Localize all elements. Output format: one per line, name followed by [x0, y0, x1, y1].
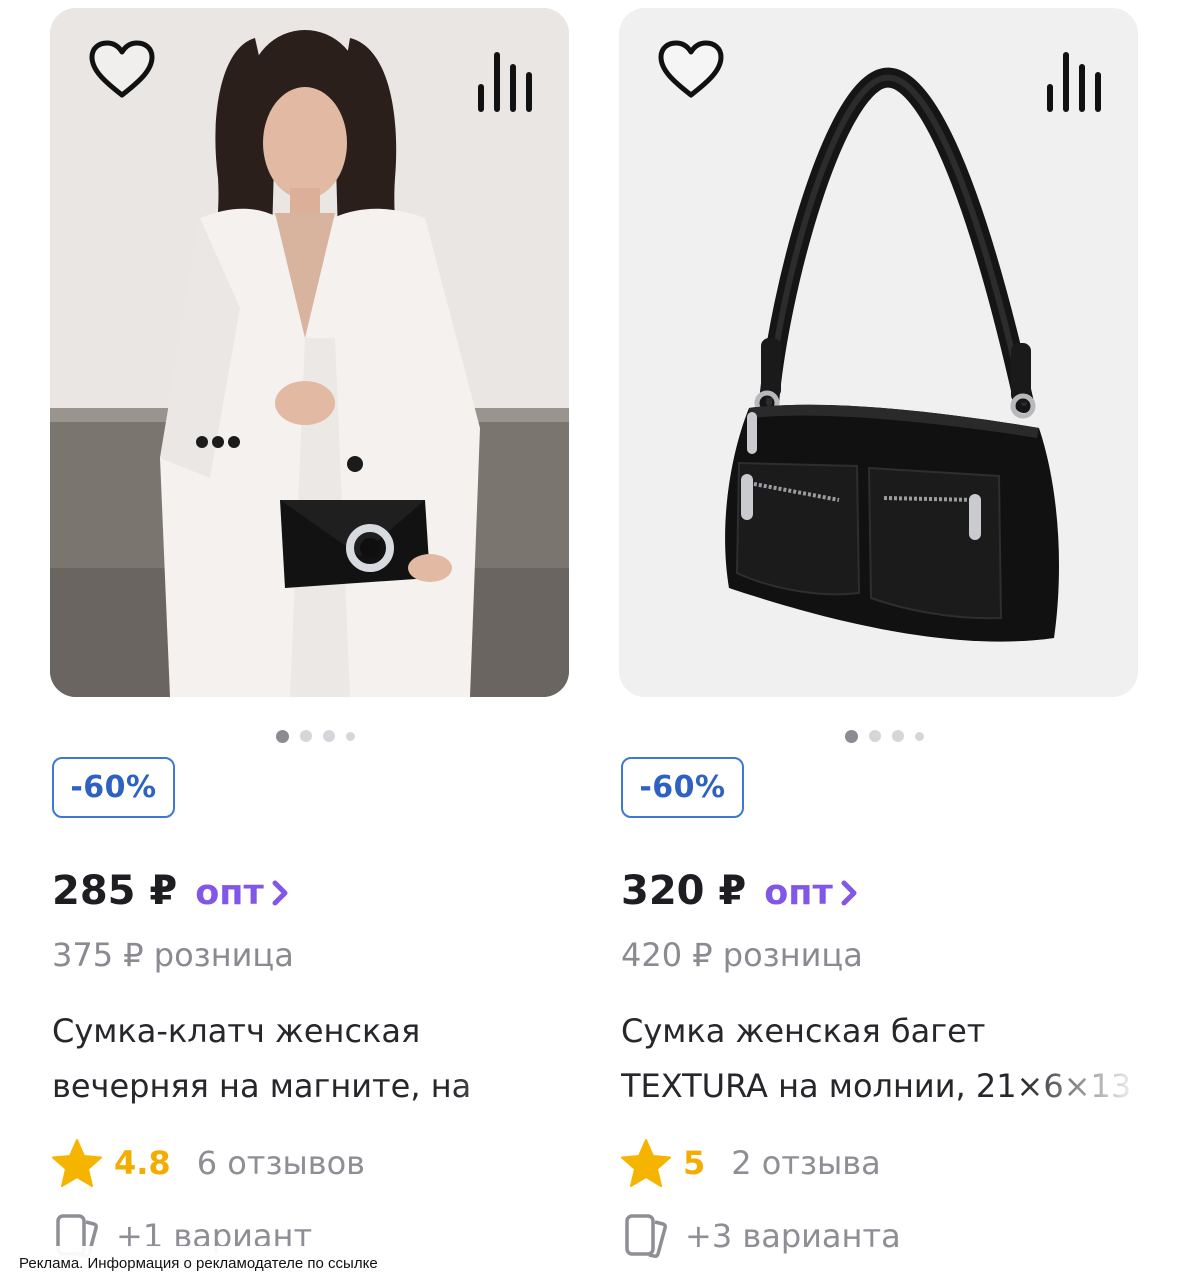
- favorite-button[interactable]: [86, 36, 158, 102]
- pagination-dot[interactable]: [869, 730, 881, 742]
- price-row: 320 ₽ опт: [621, 868, 859, 914]
- product-title[interactable]: Сумка женская багет TEXTURA на молнии, 2…: [621, 1004, 1141, 1119]
- title-fade-overlay: [452, 1064, 572, 1119]
- discount-badge: -60%: [52, 757, 175, 818]
- wholesale-link[interactable]: опт: [764, 873, 859, 913]
- chevron-right-icon: [841, 880, 857, 906]
- wholesale-label: опт: [195, 873, 264, 913]
- retail-price: 420 ₽ розница: [621, 936, 863, 974]
- product-title-text: Сумка-клатч женская вечерняя на магните,…: [52, 1012, 472, 1105]
- favorite-button[interactable]: [655, 36, 727, 102]
- discount-badge: -60%: [621, 757, 744, 818]
- rating-row: 5 2 отзыва: [619, 1138, 881, 1188]
- bar-chart-icon: [478, 52, 532, 112]
- pagination-dot[interactable]: [892, 730, 904, 742]
- pagination-dot-active[interactable]: [845, 729, 858, 743]
- rating-row: 4.8 6 отзывов: [50, 1138, 365, 1188]
- product-photo[interactable]: [619, 8, 1138, 697]
- variants-link[interactable]: +3 варианта: [621, 1212, 901, 1260]
- variants-icon: [625, 1214, 667, 1258]
- ad-disclosure-link[interactable]: Реклама. Информация о рекламодателе по с…: [0, 1246, 420, 1280]
- chevron-right-icon: [272, 880, 288, 906]
- pagination-dot[interactable]: [323, 730, 335, 742]
- heart-icon: [89, 40, 155, 98]
- pagination-dot[interactable]: [915, 731, 924, 741]
- product-title[interactable]: Сумка-клатч женская вечерняя на магните,…: [52, 1004, 572, 1119]
- title-fade-overlay: [1021, 1064, 1141, 1119]
- pagination-dot-active[interactable]: [276, 729, 289, 743]
- wholesale-price: 285 ₽: [52, 868, 178, 914]
- gallery-pagination: [276, 729, 355, 743]
- retail-price: 375 ₽ розница: [52, 936, 294, 974]
- wholesale-label: опт: [764, 873, 833, 913]
- product-card[interactable]: -60% 285 ₽ опт 375 ₽ розница Сумка-клатч…: [50, 0, 572, 1280]
- price-row: 285 ₽ опт: [52, 868, 290, 914]
- compare-button[interactable]: [471, 44, 539, 114]
- product-photo[interactable]: [50, 8, 569, 697]
- gallery-pagination: [845, 729, 924, 743]
- star-icon: [621, 1139, 671, 1187]
- reviews-link[interactable]: 6 отзывов: [197, 1144, 365, 1182]
- wholesale-link[interactable]: опт: [195, 873, 290, 913]
- star-icon: [52, 1139, 102, 1187]
- reviews-link[interactable]: 2 отзыва: [731, 1144, 881, 1182]
- pagination-dot[interactable]: [300, 730, 312, 742]
- variants-count: +3 варианта: [685, 1217, 901, 1255]
- bar-chart-icon: [1047, 52, 1101, 112]
- pagination-dot[interactable]: [346, 731, 355, 741]
- product-card[interactable]: -60% 320 ₽ опт 420 ₽ розница Сумка женск…: [619, 0, 1141, 1280]
- wholesale-price: 320 ₽: [621, 868, 747, 914]
- compare-button[interactable]: [1040, 44, 1108, 114]
- rating-value: 5: [683, 1144, 706, 1182]
- heart-icon: [658, 40, 724, 98]
- rating-value: 4.8: [114, 1144, 171, 1182]
